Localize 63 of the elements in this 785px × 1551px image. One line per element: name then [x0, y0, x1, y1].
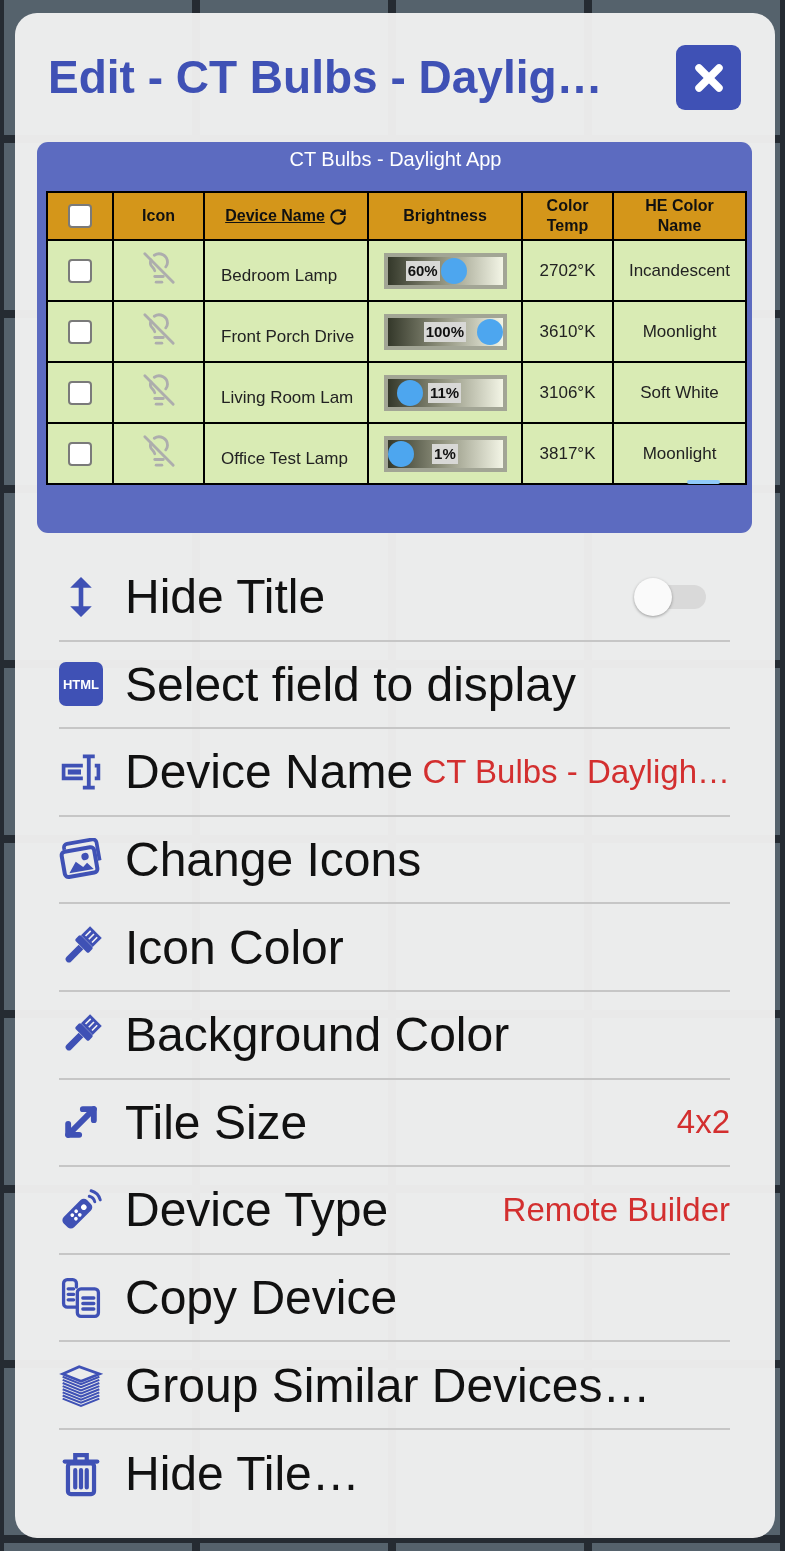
stack-icon [59, 1362, 103, 1409]
sort-link[interactable]: Device Name [225, 206, 347, 226]
row-checkbox[interactable] [68, 441, 92, 466]
row-checkbox[interactable] [68, 258, 92, 283]
menu-item[interactable]: Device Type [59, 1182, 389, 1238]
scroll-indicator [687, 480, 720, 484]
bulb-off-icon [141, 434, 176, 468]
setting-value: 4x2 [676, 1103, 730, 1142]
menu-item[interactable]: Hide Title [59, 569, 326, 625]
select-all-checkbox[interactable] [68, 204, 92, 228]
dialog-title: Edit - CT Bulbs - Daylig… [48, 51, 603, 104]
pictures-icon [59, 837, 103, 882]
menu-item[interactable]: Hide Tile… [59, 1446, 360, 1502]
menu-item[interactable]: Change Icons [59, 832, 422, 888]
table-cell: 2702°K [522, 240, 613, 301]
hide-title-toggle[interactable] [634, 577, 706, 616]
setting-value: CT Bulbs - Dayligh… [422, 753, 730, 791]
bulb-off-icon [141, 251, 176, 285]
trash-icon [61, 1450, 101, 1497]
column-header: HE Color Name [613, 192, 746, 240]
brightness-slider[interactable]: 11% [383, 374, 507, 411]
brightness-reading: 100% [423, 321, 467, 342]
table-cell: 3610°K [522, 301, 613, 362]
row-checkbox[interactable] [68, 380, 92, 405]
menu-item[interactable]: HTML Select field to display [59, 656, 576, 712]
menu-item[interactable]: Icon Color [59, 919, 344, 975]
table-cell: Moonlight [613, 423, 746, 484]
slider-thumb[interactable] [440, 257, 467, 284]
table-cell: 3106°K [522, 362, 613, 423]
brightness-slider[interactable]: 1% [383, 435, 507, 472]
up-down-arrow-icon [70, 576, 92, 617]
slider-thumb[interactable] [388, 440, 415, 467]
table-cell: Bedroom Lamp [204, 240, 368, 301]
table-cell: Front Porch Drive [204, 301, 368, 362]
brightness-slider[interactable]: 100% [383, 313, 507, 350]
menu-item[interactable]: Device Name [59, 744, 414, 800]
table-cell: 3817°K [522, 423, 613, 484]
bulb-off-icon [141, 373, 176, 407]
column-header: Color Temp [522, 192, 613, 240]
brightness-reading: 60% [405, 260, 440, 281]
column-header: Brightness [368, 192, 522, 240]
tile-title: CT Bulbs - Daylight App [288, 147, 503, 171]
menu-item[interactable]: Group Similar Devices… [59, 1357, 651, 1413]
slider-thumb[interactable] [476, 318, 503, 345]
table-cell: Living Room Lam [204, 362, 368, 423]
html-icon: HTML [59, 662, 103, 707]
brightness-slider[interactable]: 60% [383, 252, 507, 289]
setting-value: Remote Builder [502, 1190, 730, 1229]
brightness-reading: 1% [432, 443, 458, 464]
table-cell: Office Test Lamp [204, 423, 368, 484]
menu-item[interactable]: Tile Size [59, 1094, 308, 1150]
table-cell: Soft White [613, 362, 746, 423]
row-checkbox[interactable] [68, 319, 92, 344]
table-cell: Incandescent [613, 240, 746, 301]
bulb-off-icon [141, 312, 176, 346]
column-header: Icon [113, 192, 204, 240]
close-button[interactable] [676, 45, 741, 110]
refresh-icon [328, 208, 347, 226]
brightness-reading: 11% [427, 382, 462, 403]
menu-item[interactable]: Copy Device [59, 1269, 398, 1326]
menu-item[interactable]: Background Color [59, 1007, 510, 1063]
slider-thumb[interactable] [397, 379, 424, 406]
table-cell: Moonlight [613, 301, 746, 362]
